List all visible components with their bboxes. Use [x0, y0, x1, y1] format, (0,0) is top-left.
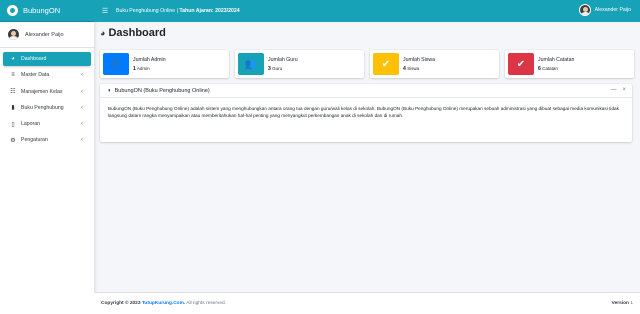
user-secret-icon: 👤 [103, 53, 129, 75]
sidebar-item-manajemen-kelas[interactable]: ☷ Manajemen Kelas ‹ [3, 85, 91, 99]
info-box-label: Jumlah Siswa [403, 56, 436, 63]
file-icon: ▯ [11, 121, 15, 128]
dashboard-icon: ◕ [100, 28, 106, 38]
chevron-left-icon: ‹ [81, 121, 83, 128]
minimize-button[interactable]: — [610, 87, 616, 93]
gear-icon: ⚙ [10, 137, 16, 144]
sidebar-item-pengaturan[interactable]: ⚙ Pengaturan ‹ [3, 133, 91, 147]
info-box-count: 4 [403, 65, 406, 72]
footer-version: Version 1 [612, 301, 633, 306]
sidebar-item-label: Buku Penghubung [21, 104, 64, 111]
navbar-title-text: Buku Penghubung Online | [116, 8, 180, 14]
page-title: Dashboard [108, 27, 166, 39]
info-box-siswa[interactable]: ✔ Jumlah Siswa 4 Siswa [370, 50, 499, 78]
sidebar-item-label: Master Data [21, 72, 50, 79]
chevron-left-icon: ‹ [81, 137, 83, 144]
info-box-label: Jumlah Catatan [538, 56, 575, 63]
card-title: BubungON (Buku Penghubung Online) [114, 87, 210, 94]
book-icon: ▮ [11, 105, 15, 112]
info-box-label: Jumlah Guru [268, 56, 298, 63]
close-button[interactable]: × [622, 87, 626, 93]
sidebar-item-label: Laporan [21, 121, 41, 128]
sidebar-item-master-data[interactable]: ≡ Master Data ‹ [3, 68, 91, 82]
info-box-admin[interactable]: 👤 Jumlah Admin 1 Admin [100, 50, 229, 78]
footer: Copyright © 2023 TutupKurung.Com. All ri… [94, 292, 640, 314]
card-tools: — × [610, 87, 626, 93]
info-circle-icon: ◐ [108, 87, 112, 94]
chevron-left-icon: ‹ [81, 72, 83, 79]
check-icon: ✔ [508, 53, 534, 75]
sidebar-item-dashboard[interactable]: ◕ Dashboard [3, 52, 91, 66]
top-navbar: ☰ Buku Penghubung Online | Tahun Ajaran:… [94, 0, 640, 22]
card-header: ◐ BubungON (Buku Penghubung Online) — × [100, 84, 632, 98]
sidebar-item-label: Pengaturan [21, 137, 48, 144]
about-card: ◐ BubungON (Buku Penghubung Online) — × … [100, 84, 632, 142]
sidebar-nav: ◕ Dashboard ≡ Master Data ‹ ☷ Manajemen … [0, 48, 94, 154]
version-label: Version [611, 301, 629, 306]
card-body: BubungON (Buku Penghubung Online) adalah… [108, 106, 620, 118]
info-box-unit: Admin [136, 65, 150, 71]
user-panel[interactable]: Alexander Paijo [0, 22, 94, 48]
page-header: ◕ Dashboard [100, 22, 634, 44]
users-icon: 👥 [238, 53, 264, 75]
sidebar-item-label: Manajemen Kelas [21, 88, 63, 95]
info-box-number: 6 Catatan [538, 66, 574, 72]
info-box-unit: Guru [272, 65, 283, 71]
dashboard-icon: ◕ [11, 56, 15, 62]
users-icon: ☷ [10, 89, 16, 96]
sidebar-item-label: Dashboard [21, 56, 47, 62]
navbar-title: Buku Penghubung Online | Tahun Ajaran: 2… [116, 8, 240, 14]
info-box-number: 3 Guru [268, 66, 298, 72]
chevron-left-icon: ‹ [81, 88, 83, 95]
sidebar: BubungON Alexander Paijo ◕ Dashboard ≡ M… [0, 0, 94, 314]
info-box-number: 1 Admin [133, 66, 166, 72]
footer-link[interactable]: TutupKurung.Com. [142, 301, 185, 306]
info-box-count: 6 [538, 65, 541, 72]
chevron-left-icon: ‹ [81, 104, 83, 111]
main-content: ◕ Dashboard 👤 Jumlah Admin 1 Admin 👥 Jum… [94, 22, 640, 292]
copyright-text: Copyright © 2023 [101, 301, 142, 306]
check-icon: ✔ [373, 53, 399, 75]
database-icon: ≡ [11, 72, 15, 79]
info-box-number: 4 Siswa [403, 66, 435, 72]
info-boxes: 👤 Jumlah Admin 1 Admin 👥 Jumlah Guru 3 G… [100, 50, 634, 78]
info-box-count: 1 [133, 65, 136, 72]
footer-copyright: Copyright © 2023 TutupKurung.Com. All ri… [101, 301, 226, 306]
sidebar-item-laporan[interactable]: ▯ Laporan ‹ [3, 117, 91, 131]
avatar [578, 4, 591, 16]
user-menu[interactable]: Alexander Paijo [578, 4, 631, 16]
sidebar-item-buku-penghubung[interactable]: ▮ Buku Penghubung ‹ [3, 101, 91, 115]
info-box-catatan[interactable]: ✔ Jumlah Catatan 6 Catatan [505, 50, 634, 78]
info-box-unit: Siswa [407, 65, 420, 71]
info-box-unit: Catatan [542, 65, 558, 71]
sidebar-user-name: Alexander Paijo [25, 31, 64, 38]
info-box-label: Jumlah Admin [133, 56, 166, 63]
rights-text: All rights reserved. [185, 301, 226, 306]
version-number: 1 [630, 301, 633, 306]
menu-toggle-icon[interactable]: ☰ [94, 7, 116, 15]
avatar [8, 29, 19, 40]
navbar-user-name: Alexander Paijo [594, 7, 631, 13]
brand-logo-icon [7, 5, 18, 16]
navbar-academic-year: Tahun Ajaran: 2023/2024 [179, 8, 240, 14]
info-box-guru[interactable]: 👥 Jumlah Guru 3 Guru [235, 50, 364, 78]
brand-name: BubungON [23, 6, 61, 15]
info-box-count: 3 [268, 65, 271, 72]
brand-link[interactable]: BubungON [0, 0, 94, 22]
